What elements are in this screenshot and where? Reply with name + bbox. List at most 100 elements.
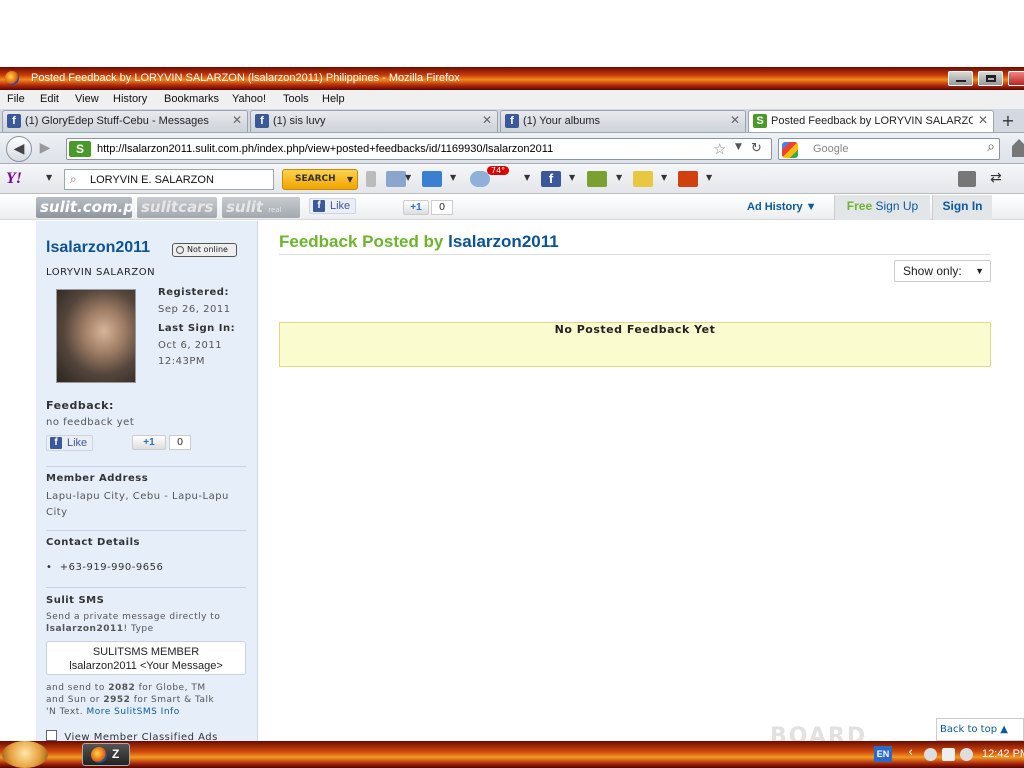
forward-arrow-icon: ▶ bbox=[39, 140, 51, 156]
yahoo-search-input[interactable]: ⌕ LORYVIN E. SALARZON bbox=[64, 169, 274, 190]
menu-tools[interactable]: Tools bbox=[283, 93, 309, 105]
games-icon[interactable] bbox=[633, 171, 653, 187]
volume-icon[interactable] bbox=[960, 748, 973, 761]
status-text: Not online bbox=[187, 245, 228, 254]
sms-box-line1: SULITSMS MEMBER bbox=[92, 646, 200, 658]
bookmarks-icon[interactable] bbox=[386, 171, 406, 187]
search-bar[interactable]: Google ⌕ bbox=[778, 138, 1000, 160]
sms-send-text: and send to bbox=[46, 683, 109, 693]
menu-yahoo[interactable]: Yahoo! bbox=[232, 93, 266, 105]
chevron-down-icon[interactable]: ▼ bbox=[450, 173, 456, 182]
menu-help[interactable]: Help bbox=[322, 93, 345, 105]
google-plus-one-button[interactable]: +1 bbox=[403, 200, 429, 215]
menu-history[interactable]: History bbox=[113, 93, 147, 105]
chevron-down-icon[interactable]: ▼ bbox=[524, 173, 530, 182]
close-tab-icon[interactable]: ✕ bbox=[730, 113, 740, 127]
chevron-left-icon[interactable]: ‹ bbox=[908, 745, 913, 760]
sulitcars-logo[interactable]: sulitcars bbox=[137, 197, 217, 218]
url-text: http://lsalarzon2011.sulit.com.ph/index.… bbox=[97, 143, 554, 155]
sms-send-text: and Sun or bbox=[46, 695, 104, 705]
bookmark-star-icon[interactable]: ☆ bbox=[713, 140, 726, 158]
photos-icon[interactable] bbox=[587, 171, 607, 187]
facebook-like-button[interactable]: f Like bbox=[309, 198, 357, 214]
google-icon bbox=[782, 142, 798, 158]
address-bar[interactable]: S http://lsalarzon2011.sulit.com.ph/inde… bbox=[66, 138, 772, 160]
firefox-icon bbox=[5, 71, 19, 85]
maximize-button[interactable] bbox=[978, 71, 1003, 86]
chevron-down-icon: ▼ bbox=[346, 175, 353, 184]
home-icon[interactable] bbox=[1012, 139, 1024, 157]
username[interactable]: lsalarzon2011 bbox=[46, 239, 150, 257]
avatar[interactable] bbox=[56, 289, 136, 383]
tray-icon[interactable] bbox=[924, 748, 937, 761]
tab-messages[interactable]: f (1) GloryEdep Stuff-Cebu - Messages ✕ bbox=[2, 110, 248, 132]
swap-icon[interactable]: ⇄ bbox=[990, 170, 1002, 186]
menu-view[interactable]: View bbox=[75, 93, 99, 105]
menu-file[interactable]: File bbox=[7, 93, 25, 105]
menu-bookmarks[interactable]: Bookmarks bbox=[164, 93, 219, 105]
tab-your-albums[interactable]: f (1) Your albums ✕ bbox=[500, 110, 746, 132]
yahoo-logo[interactable]: Y! bbox=[6, 170, 22, 188]
toolbar-menu-icon[interactable] bbox=[958, 171, 976, 187]
plus-one-count: 0 bbox=[169, 435, 191, 450]
chevron-down-icon[interactable]: ▼ bbox=[569, 173, 575, 182]
sms-description-line1: Send a private message directly to bbox=[46, 612, 221, 622]
close-tab-icon[interactable]: ✕ bbox=[232, 113, 242, 127]
sign-in-button[interactable]: Sign In bbox=[932, 195, 992, 220]
forward-button[interactable]: ▶ bbox=[34, 136, 56, 162]
pin-icon[interactable] bbox=[366, 171, 376, 187]
menu-edit[interactable]: Edit bbox=[40, 93, 59, 105]
divider bbox=[279, 254, 991, 255]
last-signin-date: Oct 6, 2011 bbox=[158, 340, 223, 351]
page-title-username[interactable]: lsalarzon2011 bbox=[448, 232, 559, 251]
clock[interactable]: 12:42 PM bbox=[982, 748, 1024, 760]
tab-sis-luvy[interactable]: f (1) sis luvy ✕ bbox=[250, 110, 498, 132]
yahoo-search-button[interactable]: SEARCH ▼ bbox=[282, 169, 358, 190]
chevron-down-icon[interactable]: ▼ bbox=[616, 173, 622, 182]
tab-posted-feedback[interactable]: S Posted Feedback by LORYVIN SALARZO ✕ bbox=[748, 110, 994, 132]
search-placeholder: Google bbox=[813, 143, 849, 155]
window-title-bar: Posted Feedback by LORYVIN SALARZON (lsa… bbox=[0, 67, 1024, 90]
sign-up-label: Sign Up bbox=[875, 199, 919, 213]
sulit-realestate-logo[interactable]: sulit real estate bbox=[222, 197, 300, 238]
mail-icon[interactable] bbox=[422, 171, 442, 187]
member-sidebar: lsalarzon2011 Not online LORYVIN SALARZO… bbox=[36, 221, 258, 745]
back-to-top-link[interactable]: Back to top ▲ bbox=[936, 718, 1024, 741]
close-button[interactable] bbox=[1008, 71, 1024, 86]
facebook-icon: f bbox=[7, 114, 21, 128]
taskbar-firefox-button[interactable]: Z bbox=[82, 743, 130, 766]
start-button[interactable] bbox=[2, 741, 48, 768]
gift-icon[interactable] bbox=[678, 171, 698, 187]
search-button-label: SEARCH bbox=[295, 174, 336, 184]
sms-number-smart: 2952 bbox=[103, 695, 131, 705]
close-tab-icon[interactable]: ✕ bbox=[482, 113, 492, 127]
like-label: Like bbox=[330, 200, 351, 212]
reload-icon[interactable]: ↻ bbox=[751, 141, 762, 156]
sms-type-text: ! Type bbox=[123, 624, 154, 634]
chevron-down-icon[interactable]: ▼ bbox=[706, 173, 712, 182]
chevron-down-icon[interactable]: ▼ bbox=[405, 173, 411, 182]
chevron-down-icon[interactable]: ▼ bbox=[661, 173, 667, 182]
gmail-icon[interactable] bbox=[942, 748, 955, 761]
feedback-label: Feedback: bbox=[46, 399, 114, 412]
member-address-line1: Lapu-lapu City, Cebu - Lapu-Lapu bbox=[46, 491, 229, 502]
back-button[interactable]: ◀ bbox=[6, 136, 32, 162]
weather-icon[interactable] bbox=[470, 171, 490, 187]
minimize-button[interactable] bbox=[948, 71, 973, 86]
chevron-down-icon[interactable]: ▼ bbox=[46, 173, 52, 182]
language-indicator[interactable]: EN bbox=[874, 746, 892, 762]
sulit-logo[interactable]: sulit.com.ph bbox=[36, 197, 145, 218]
new-tab-button[interactable]: + bbox=[996, 112, 1020, 131]
close-tab-icon[interactable]: ✕ bbox=[978, 113, 988, 127]
online-status-badge: Not online bbox=[172, 243, 237, 257]
ad-history-button[interactable]: Ad History ▼ bbox=[747, 201, 817, 213]
more-sulitsms-info-link[interactable]: More SulitSMS Info bbox=[87, 707, 180, 717]
google-plus-one-button[interactable]: +1 bbox=[132, 435, 166, 450]
chevron-down-icon[interactable]: ▼ bbox=[735, 142, 742, 152]
facebook-icon[interactable]: f bbox=[541, 171, 561, 187]
sms-send-text: for Globe, TM bbox=[135, 683, 206, 693]
facebook-like-button[interactable]: f Like bbox=[46, 435, 94, 451]
search-icon[interactable]: ⌕ bbox=[987, 139, 995, 155]
free-sign-up-button[interactable]: Free Sign Up bbox=[834, 195, 930, 220]
show-only-select[interactable]: Show only: ▼ bbox=[894, 260, 991, 282]
